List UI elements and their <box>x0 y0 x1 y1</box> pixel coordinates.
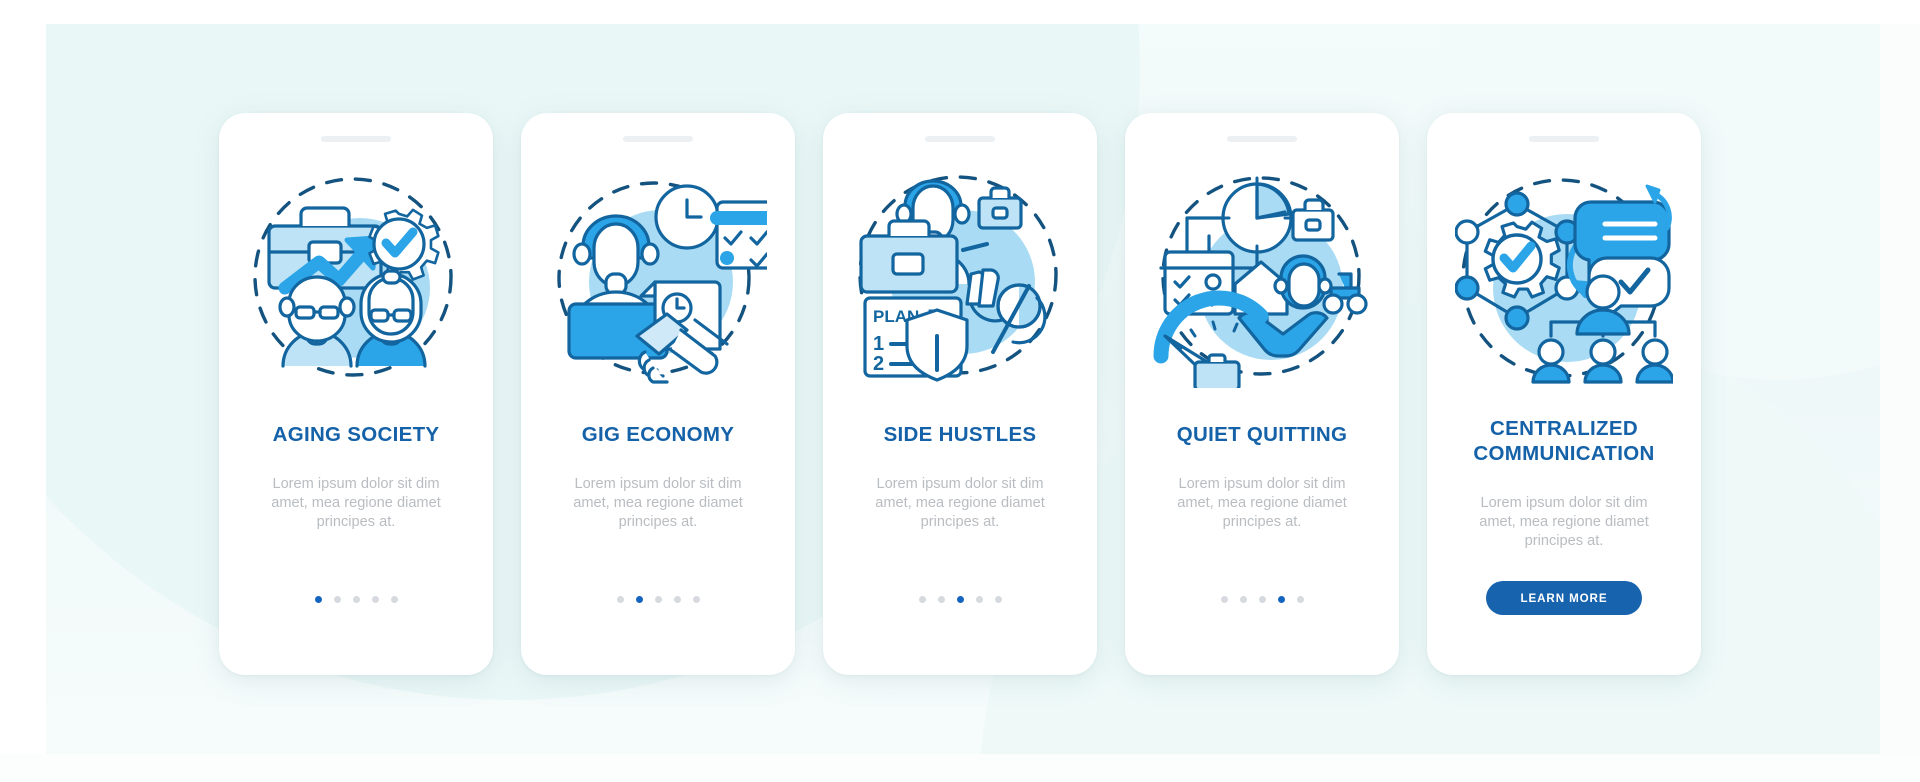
card-title: GIG ECONOMY <box>581 423 735 446</box>
pagination-dot-5[interactable] <box>994 596 1002 603</box>
onboarding-screens-row: AGING SOCIETY Lorem ipsum dolor sit dim … <box>0 0 1920 782</box>
pagination-dot-3[interactable] <box>654 596 662 603</box>
card-description: Lorem ipsum dolor sit dim amet, mea regi… <box>1177 476 1347 530</box>
pagination-dots[interactable] <box>521 596 795 603</box>
card-title: SIDE HUSTLES <box>883 423 1037 446</box>
pagination-dot-1[interactable] <box>1220 596 1228 603</box>
onboarding-card-centralized-communication[interactable]: CENTRALIZED COMMUNICATION Lorem ipsum do… <box>1427 113 1701 675</box>
card-title: QUIET QUITTING <box>1176 423 1348 446</box>
phone-speaker-bar <box>321 136 391 142</box>
svg-text:2: 2 <box>873 353 884 375</box>
pagination-dots[interactable] <box>219 596 493 603</box>
onboarding-card-aging-society[interactable]: AGING SOCIETY Lorem ipsum dolor sit dim … <box>219 113 493 675</box>
phone-speaker-bar <box>925 136 995 142</box>
card-title-line-2: COMMUNICATION <box>1473 442 1655 465</box>
card-description: Lorem ipsum dolor sit dim amet, mea regi… <box>271 476 441 530</box>
pagination-dot-3[interactable] <box>1258 596 1266 603</box>
card-description: Lorem ipsum dolor sit dim amet, mea regi… <box>573 476 743 530</box>
illustration-quiet-quitting <box>1153 170 1371 388</box>
pagination-dot-1[interactable] <box>918 596 926 603</box>
card-description: Lorem ipsum dolor sit dim amet, mea regi… <box>875 476 1045 530</box>
learn-more-button[interactable]: LEARN MORE <box>1486 581 1642 615</box>
pagination-dot-3[interactable] <box>956 596 964 603</box>
phone-speaker-bar <box>1227 136 1297 142</box>
pagination-dot-2[interactable] <box>333 596 341 603</box>
pagination-dot-1[interactable] <box>616 596 624 603</box>
pagination-dots[interactable] <box>1125 596 1399 603</box>
pagination-dot-4[interactable] <box>1277 596 1285 603</box>
illustration-gig-economy <box>549 170 767 388</box>
pagination-dot-5[interactable] <box>390 596 398 603</box>
pagination-dot-3[interactable] <box>352 596 360 603</box>
pagination-dots[interactable] <box>823 596 1097 603</box>
card-title: CENTRALIZED COMMUNICATION <box>1473 416 1654 466</box>
card-title-line-1: CENTRALIZED <box>1490 417 1638 440</box>
pagination-dot-1[interactable] <box>314 596 322 603</box>
pagination-dot-4[interactable] <box>371 596 379 603</box>
onboarding-card-quiet-quitting[interactable]: QUIET QUITTING Lorem ipsum dolor sit dim… <box>1125 113 1399 675</box>
card-description: Lorem ipsum dolor sit dim amet, mea regi… <box>1479 495 1649 549</box>
pagination-dot-5[interactable] <box>692 596 700 603</box>
onboarding-card-gig-economy[interactable]: GIG ECONOMY Lorem ipsum dolor sit dim am… <box>521 113 795 675</box>
pagination-dot-5[interactable] <box>1296 596 1304 603</box>
pagination-dot-4[interactable] <box>975 596 983 603</box>
phone-speaker-bar <box>623 136 693 142</box>
illustration-aging-society <box>247 170 465 388</box>
pagination-dot-4[interactable] <box>673 596 681 603</box>
illustration-centralized-communication <box>1455 170 1673 388</box>
pagination-dot-2[interactable] <box>937 596 945 603</box>
illustration-side-hustles: PLAN B 1 2 <box>851 170 1069 388</box>
pagination-dot-2[interactable] <box>635 596 643 603</box>
phone-speaker-bar <box>1529 136 1599 142</box>
card-title: AGING SOCIETY <box>272 423 440 446</box>
onboarding-card-side-hustles[interactable]: PLAN B 1 2 <box>823 113 1097 675</box>
pagination-dot-2[interactable] <box>1239 596 1247 603</box>
svg-text:1: 1 <box>873 333 884 355</box>
